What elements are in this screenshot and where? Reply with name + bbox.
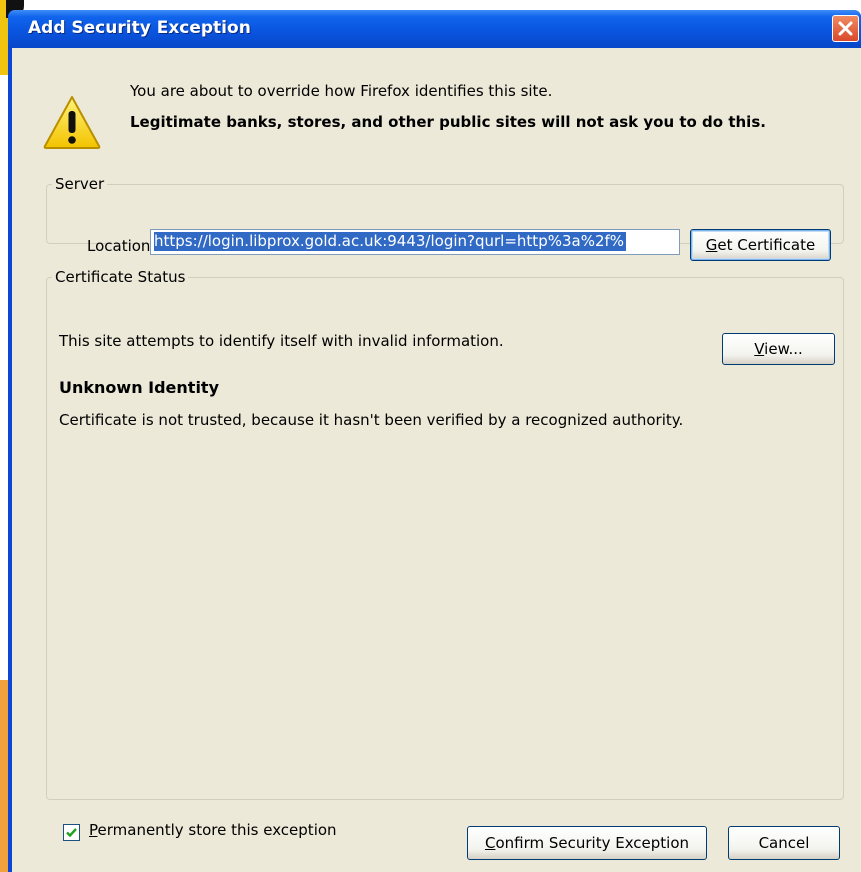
close-button[interactable] <box>832 15 859 42</box>
confirm-security-exception-button[interactable]: Confirm Security Exception <box>467 826 707 860</box>
permanently-store-label[interactable]: Permanently store this exception <box>89 821 337 839</box>
location-label: Location: <box>87 237 156 255</box>
location-value: https://login.libprox.gold.ac.uk:9443/lo… <box>154 232 627 251</box>
server-legend: Server <box>55 175 105 193</box>
warning-message: You are about to override how Firefox id… <box>130 82 553 100</box>
permanently-store-checkbox[interactable] <box>63 824 80 841</box>
dialog-body: You are about to override how Firefox id… <box>12 48 861 872</box>
unknown-identity-description: Certificate is not trusted, because it h… <box>59 411 684 429</box>
close-icon <box>838 21 853 36</box>
location-input[interactable]: https://login.libprox.gold.ac.uk:9443/lo… <box>150 229 680 255</box>
warning-emphasis: Legitimate banks, stores, and other publ… <box>130 113 766 131</box>
server-group: Server Location: https://login.libprox.g… <box>46 175 844 261</box>
cancel-button[interactable]: Cancel <box>728 826 840 860</box>
warning-icon <box>43 96 101 149</box>
desktop-background <box>0 0 861 10</box>
certificate-status-group: Certificate Status This site attempts to… <box>46 268 844 841</box>
unknown-identity-title: Unknown Identity <box>59 378 220 397</box>
dialog-title: Add Security Exception <box>28 18 251 38</box>
security-exception-dialog: Add Security Exception You are about to … <box>8 10 861 872</box>
get-certificate-button[interactable]: Get Certificate <box>690 229 831 261</box>
certificate-status-legend: Certificate Status <box>55 268 186 286</box>
view-button[interactable]: View... <box>722 333 835 365</box>
status-message: This site attempts to identify itself wi… <box>59 332 504 350</box>
checkmark-icon <box>66 828 77 838</box>
title-bar[interactable]: Add Security Exception <box>8 10 861 48</box>
